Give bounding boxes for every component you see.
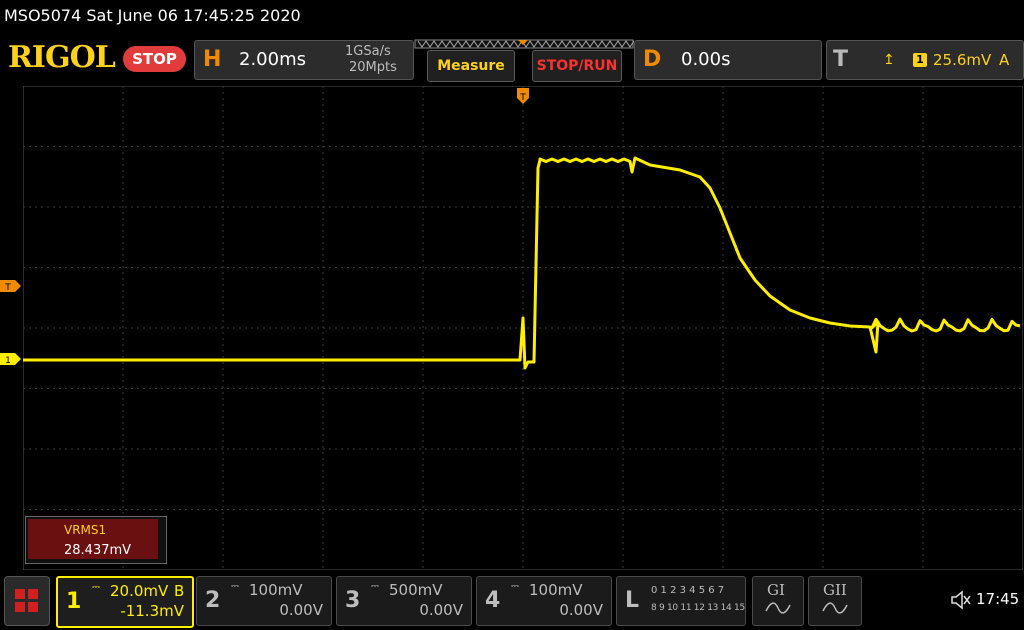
decoder-2-label: GII: [823, 581, 847, 599]
decoder-2-button[interactable]: GII: [808, 576, 862, 626]
dc-coupling-icon: ⎓: [92, 582, 100, 593]
channel-3-box[interactable]: 3 ⎓ 500mV 0.00V: [336, 576, 472, 626]
channel-2-offset: 0.00V: [279, 601, 323, 619]
decoder-1-button[interactable]: GI: [752, 576, 804, 626]
decoder-1-label: GI: [767, 581, 785, 599]
trigger-position-marker[interactable]: T: [517, 88, 529, 104]
logic-letter: L: [625, 588, 640, 613]
measurement-label: VRMS1: [64, 523, 107, 537]
channel-1-trace: [23, 156, 1021, 370]
wave-icon: [822, 602, 848, 614]
dc-coupling-icon: ⎓: [371, 581, 379, 592]
channel-4-box[interactable]: 4 ⎓ 100mV 0.00V: [476, 576, 612, 626]
ch1-ground-label: 1: [5, 356, 11, 366]
logic-channels-row2: 8 9 10 11 12 13 14 15: [651, 603, 745, 613]
dc-coupling-icon: ⎓: [511, 581, 519, 592]
logic-channels-row1: 0 1 2 3 4 5 6 7: [651, 585, 725, 596]
menu-button[interactable]: [4, 576, 50, 626]
channel-3-offset: 0.00V: [419, 601, 463, 619]
measurement-panel[interactable]: VRMS1 28.437mV: [25, 516, 167, 564]
ch1-ground-marker[interactable]: 1: [0, 353, 21, 366]
trigger-level-label: T: [4, 283, 11, 293]
channel-3-number: 3: [345, 588, 361, 613]
channel-4-number: 4: [485, 588, 501, 613]
channel-2-scale: 100mV: [249, 581, 303, 599]
clock: 17:45: [976, 590, 1020, 608]
trigger-marker-label: T: [519, 93, 526, 103]
measurement-value: 28.437mV: [64, 543, 132, 558]
channel-1-offset: -11.3mV: [120, 602, 184, 620]
grid-menu-icon: [15, 589, 38, 612]
trigger-level-marker[interactable]: T: [0, 280, 21, 293]
wave-icon: [765, 602, 791, 614]
channel-1-bw-limit: B: [174, 582, 185, 600]
channel-2-box[interactable]: 2 ⎓ 100mV 0.00V: [196, 576, 332, 626]
logic-analyzer-box[interactable]: L 0 1 2 3 4 5 6 7 8 9 10 11 12 13 14 15: [616, 576, 746, 626]
channel-3-scale: 500mV: [389, 581, 443, 599]
mute-icon[interactable]: [950, 590, 972, 610]
channel-4-scale: 100mV: [529, 581, 583, 599]
channel-1-box[interactable]: 1 ⎓ 20.0mV B -11.3mV: [56, 576, 194, 628]
channel-1-scale: 20.0mV: [110, 582, 169, 600]
channel-1-number: 1: [66, 589, 82, 614]
channel-2-number: 2: [205, 588, 221, 613]
dc-coupling-icon: ⎓: [231, 581, 239, 592]
channel-4-offset: 0.00V: [559, 601, 603, 619]
